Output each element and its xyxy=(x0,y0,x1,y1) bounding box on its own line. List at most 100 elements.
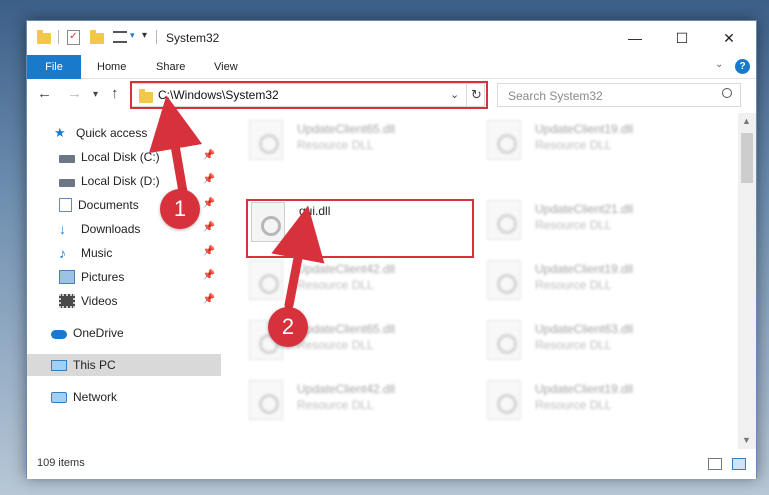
close-button[interactable]: ✕ xyxy=(706,21,752,55)
pin-icon[interactable]: 📌 xyxy=(203,150,215,161)
vertical-scrollbar[interactable]: ▲ ▼ xyxy=(738,113,756,449)
step-1-badge: 1 xyxy=(160,189,200,229)
documents-icon xyxy=(59,198,72,212)
file-type: Resource DLL xyxy=(535,398,612,412)
dll-file-icon xyxy=(249,260,283,300)
sidebar-item-music[interactable]: ♪ Music 📌 xyxy=(27,242,221,264)
sidebar-item-local-disk-d[interactable]: Local Disk (D:) 📌 xyxy=(27,170,221,192)
recent-locations-icon[interactable]: ▾ xyxy=(93,89,98,100)
search-icon[interactable] xyxy=(722,88,732,98)
qat-dropdown-icon[interactable]: ▾ xyxy=(142,30,147,41)
file-item[interactable]: UpdateClient42.dll Resource DLL xyxy=(249,380,479,428)
expand-ribbon-icon[interactable]: ⌄ xyxy=(715,59,723,70)
pin-icon[interactable]: 📌 xyxy=(203,246,215,257)
file-highlight-box xyxy=(246,199,474,258)
sidebar-item-label: Network xyxy=(73,390,118,404)
forward-icon[interactable]: → xyxy=(67,85,82,102)
search-placeholder: Search System32 xyxy=(508,89,603,103)
navigation-bar: ← → ▾ ↑ C:\Windows\System32 ⌄ ↻ Search S… xyxy=(27,79,756,113)
maximize-button[interactable]: ☐ xyxy=(659,21,705,55)
file-name: UpdateClient19.dll xyxy=(535,382,634,396)
customize-icon[interactable] xyxy=(113,31,127,43)
scroll-up-icon[interactable]: ▲ xyxy=(742,116,751,126)
file-item[interactable]: UpdateClient19.dll Resource DLL xyxy=(487,260,717,308)
status-bar: 109 items xyxy=(27,449,756,479)
network-icon xyxy=(51,391,67,403)
up-icon[interactable]: ↑ xyxy=(111,85,119,102)
sidebar-item-network[interactable]: Network xyxy=(27,386,221,408)
file-item[interactable]: UpdateClient65.dll Resource DLL xyxy=(249,120,479,168)
file-type: Resource DLL xyxy=(535,338,612,352)
dll-file-icon xyxy=(487,120,521,160)
pin-icon[interactable]: 📌 xyxy=(203,222,215,233)
large-icons-view-icon[interactable] xyxy=(732,458,746,470)
cloud-icon xyxy=(51,330,67,339)
sidebar-item-label: Local Disk (C:) xyxy=(81,150,160,164)
sidebar-item-label: Local Disk (D:) xyxy=(81,174,160,188)
tab-file[interactable]: File xyxy=(27,55,81,79)
file-item[interactable]: UpdateClient19.dll Resource DLL xyxy=(487,120,717,168)
sidebar-item-videos[interactable]: Videos 📌 xyxy=(27,290,221,312)
tab-share[interactable]: Share xyxy=(156,55,185,79)
divider xyxy=(156,30,157,44)
file-item[interactable]: UpdateClient19.dll Resource DLL xyxy=(487,380,717,428)
dll-file-icon xyxy=(487,260,521,300)
file-type: Resource DLL xyxy=(535,138,612,152)
file-name: UpdateClient63.dll xyxy=(535,322,634,336)
sidebar-item-label: Videos xyxy=(81,294,118,308)
sidebar-item-quick-access[interactable]: ★ Quick access xyxy=(27,122,221,144)
music-icon: ♪ xyxy=(59,245,66,261)
new-folder-icon[interactable] xyxy=(90,30,104,44)
videos-icon xyxy=(59,294,75,308)
sidebar-item-label: Quick access xyxy=(76,126,148,140)
sidebar-item-label: Downloads xyxy=(81,222,141,236)
file-name: UpdateClient65.dll xyxy=(297,322,396,336)
title-bar: ✓ ▾ ▾ System32 — ☐ ✕ xyxy=(27,21,756,55)
file-type: Resource DLL xyxy=(297,278,374,292)
navigation-pane: ★ Quick access Local Disk (C:) 📌 Local D… xyxy=(27,113,221,449)
scroll-thumb[interactable] xyxy=(741,133,753,183)
file-name: UpdateClient42.dll xyxy=(297,262,396,276)
item-count: 109 items xyxy=(37,457,85,469)
file-name: UpdateClient21.dll xyxy=(535,202,634,216)
dll-file-icon xyxy=(249,380,283,420)
drive-icon xyxy=(59,154,75,163)
properties-icon[interactable]: ✓ xyxy=(67,30,80,45)
file-list: UpdateClient65.dll Resource DLL UpdateCl… xyxy=(221,113,738,449)
drive-icon xyxy=(59,178,75,187)
file-type: Resource DLL xyxy=(297,138,374,152)
back-icon[interactable]: ← xyxy=(37,85,52,102)
tab-home[interactable]: Home xyxy=(97,55,126,79)
minimize-button[interactable]: — xyxy=(612,21,658,55)
sidebar-item-label: OneDrive xyxy=(73,326,124,340)
pictures-icon xyxy=(59,270,75,284)
chevron-down-icon[interactable]: ▾ xyxy=(130,30,135,41)
dll-file-icon xyxy=(487,320,521,360)
file-name: UpdateClient19.dll xyxy=(535,262,634,276)
help-icon[interactable]: ? xyxy=(735,59,750,74)
pin-icon[interactable]: 📌 xyxy=(203,270,215,281)
pin-icon[interactable]: 📌 xyxy=(203,174,215,185)
file-item[interactable]: UpdateClient42.dll Resource DLL xyxy=(249,260,479,308)
details-view-icon[interactable] xyxy=(708,458,722,470)
file-item[interactable]: UpdateClient63.dll Resource DLL xyxy=(487,320,717,368)
sidebar-item-pictures[interactable]: Pictures 📌 xyxy=(27,266,221,288)
scroll-down-icon[interactable]: ▼ xyxy=(742,435,751,445)
download-icon: ↓ xyxy=(59,221,66,237)
window-title: System32 xyxy=(166,31,220,45)
sidebar-item-this-pc[interactable]: This PC xyxy=(27,354,221,376)
sidebar-item-label: Music xyxy=(81,246,113,260)
pin-icon[interactable]: 📌 xyxy=(203,294,215,305)
computer-icon xyxy=(51,359,67,371)
search-input[interactable]: Search System32 xyxy=(497,83,741,107)
step-2-badge: 2 xyxy=(268,307,308,347)
file-item[interactable]: UpdateClient21.dll Resource DLL xyxy=(487,200,717,248)
pin-icon[interactable]: 📌 xyxy=(203,198,215,209)
file-type: Resource DLL xyxy=(535,278,612,292)
sidebar-item-onedrive[interactable]: OneDrive xyxy=(27,322,221,344)
sidebar-item-local-disk-c[interactable]: Local Disk (C:) 📌 xyxy=(27,146,221,168)
file-type: Resource DLL xyxy=(297,398,374,412)
tab-view[interactable]: View xyxy=(214,55,238,79)
folder-icon xyxy=(37,30,51,44)
file-explorer-window: ✓ ▾ ▾ System32 — ☐ ✕ File Home Share Vie… xyxy=(26,20,757,479)
